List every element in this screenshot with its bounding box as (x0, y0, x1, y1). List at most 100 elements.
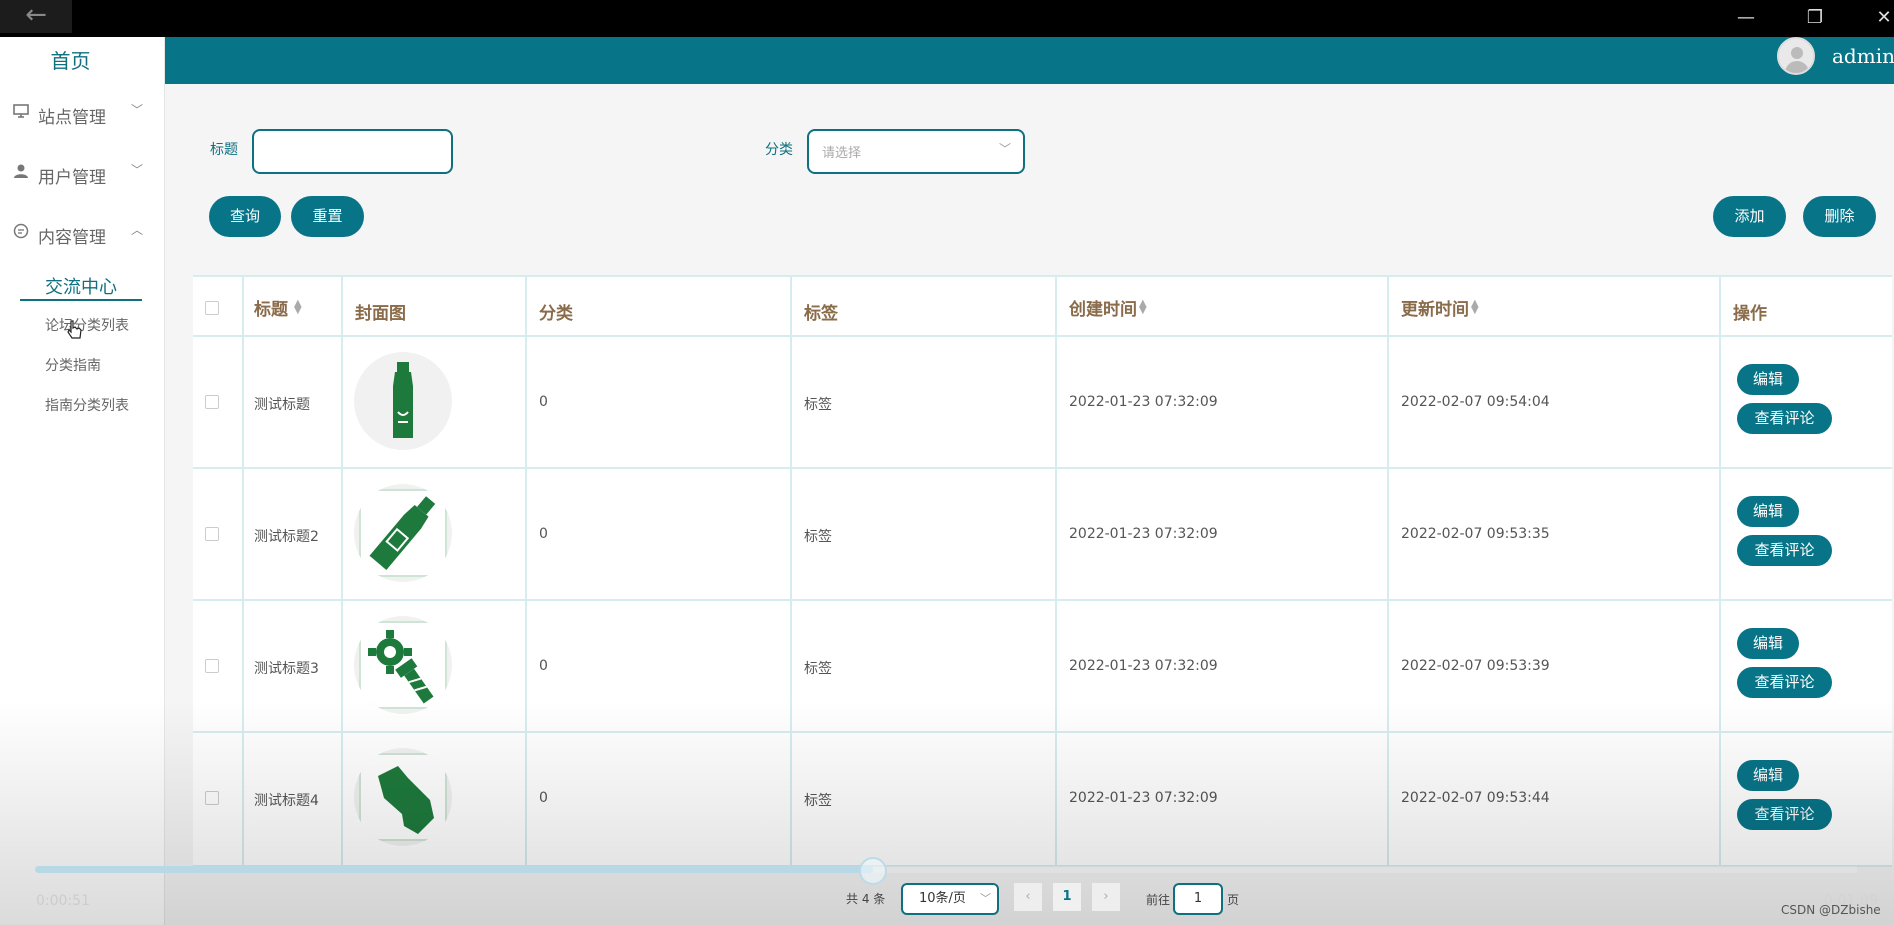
video-progress-knob[interactable] (859, 857, 887, 885)
user-icon (13, 163, 29, 183)
view-comments-button[interactable]: 查看评论 (1737, 667, 1832, 698)
page-number-1[interactable]: 1 (1053, 883, 1081, 911)
table-row: 测试标题 0 标签 2022-01-23 07:32:09 2022-02-07… (193, 337, 1892, 469)
next-page-button[interactable]: › (1092, 883, 1120, 911)
chevron-up-icon: ︿ (131, 223, 144, 237)
row-category: 0 (539, 658, 548, 674)
sidebar-item-label: 站点管理 (38, 108, 106, 128)
sort-icon[interactable]: ▲ ▼ (294, 299, 302, 316)
sort-icon[interactable]: ▲ ▼ (1139, 299, 1147, 316)
minimize-icon[interactable]: — (1726, 4, 1766, 32)
row-title: 测试标题2 (254, 529, 319, 545)
pagination-total: 共 4 条 (846, 892, 886, 906)
column-header-cover: 封面图 (355, 304, 406, 324)
row-created-time: 2022-01-23 07:32:09 (1069, 790, 1218, 806)
row-category: 0 (539, 526, 548, 542)
column-header-updated[interactable]: 更新时间 (1401, 295, 1469, 320)
sidebar-subitem-category-guide[interactable]: 分类指南 (45, 355, 101, 375)
row-tag: 标签 (804, 661, 832, 677)
row-checkbox[interactable] (205, 791, 219, 805)
reset-button[interactable]: 重置 (291, 196, 364, 237)
column-header-tag: 标签 (804, 304, 838, 324)
page-size-value: 10条/页 (919, 891, 966, 906)
row-title: 测试标题4 (254, 793, 319, 809)
edit-button[interactable]: 编辑 (1737, 628, 1799, 659)
row-title: 测试标题 (254, 397, 310, 413)
data-table: 标题 ▲ ▼ 封面图 分类 标签 创建时间 ▲ ▼ 更新时间 ▲ ▼ 操作 测试标题 … (193, 275, 1892, 867)
sidebar-item-label: 用户管理 (38, 168, 106, 188)
page-size-select[interactable]: 10条/页 ﹀ (901, 883, 999, 915)
add-button[interactable]: 添加 (1713, 196, 1786, 237)
row-updated-time: 2022-02-07 09:53:35 (1401, 526, 1550, 542)
table-header-row: 标题 ▲ ▼ 封面图 分类 标签 创建时间 ▲ ▼ 更新时间 ▲ ▼ 操作 (193, 277, 1892, 337)
video-progress-fill[interactable] (35, 866, 873, 873)
sidebar-item-content-management[interactable]: 内容管理 ︿ (0, 223, 165, 273)
column-header-created[interactable]: 创建时间 (1069, 295, 1137, 320)
row-checkbox[interactable] (205, 659, 219, 673)
sidebar-item-label: 内容管理 (38, 228, 106, 248)
chevron-down-icon: ﹀ (980, 892, 991, 905)
close-icon[interactable]: ✕ (1864, 4, 1894, 32)
view-comments-button[interactable]: 查看评论 (1737, 799, 1832, 830)
title-filter-input[interactable] (252, 129, 453, 174)
row-tag: 标签 (804, 397, 832, 413)
mouse-cursor-icon (66, 319, 84, 345)
table-row: 测试标题2 0 标签 2022-01-23 07:32:09 2022-02-0… (193, 469, 1892, 601)
row-created-time: 2022-01-23 07:32:09 (1069, 394, 1218, 410)
edit-button[interactable]: 编辑 (1737, 496, 1799, 527)
row-category: 0 (539, 790, 548, 806)
row-updated-time: 2022-02-07 09:54:04 (1401, 394, 1550, 410)
restore-icon[interactable]: ❐ (1795, 4, 1835, 32)
video-progress-track[interactable] (873, 866, 1857, 873)
sort-icon[interactable]: ▲ ▼ (1471, 299, 1479, 316)
view-comments-button[interactable]: 查看评论 (1737, 535, 1832, 566)
page-suffix-label: 页 (1227, 893, 1240, 907)
row-checkbox[interactable] (205, 527, 219, 541)
avatar[interactable] (1777, 37, 1815, 75)
row-tag: 标签 (804, 529, 832, 545)
pipe-fitting-icon (354, 748, 452, 846)
row-title: 测试标题3 (254, 661, 319, 677)
sidebar-item-site-management[interactable]: 站点管理 ﹀ (0, 103, 165, 153)
column-header-actions: 操作 (1733, 304, 1767, 324)
row-updated-time: 2022-02-07 09:53:44 (1401, 790, 1550, 806)
edit-button[interactable]: 编辑 (1737, 760, 1799, 791)
row-checkbox[interactable] (205, 395, 219, 409)
row-category: 0 (539, 394, 548, 410)
top-header-bar (165, 37, 1894, 84)
sidebar: 首页 站点管理 ﹀ 用户管理 ﹀ 内容管理 ︿ 交流中心 论坛分类列表 分类指南… (0, 37, 165, 925)
chevron-down-icon: ﹀ (131, 163, 144, 177)
monitor-icon (13, 103, 29, 123)
row-created-time: 2022-01-23 07:32:09 (1069, 526, 1218, 542)
view-comments-button[interactable]: 查看评论 (1737, 403, 1832, 434)
tilted-bottle-icon (354, 484, 452, 582)
edit-button[interactable]: 编辑 (1737, 364, 1799, 395)
goto-page-input[interactable]: 1 (1173, 883, 1223, 915)
sidebar-subitem-forum-category-list[interactable]: 论坛分类列表 (45, 315, 129, 335)
username-label[interactable]: admin (1832, 44, 1894, 68)
category-select[interactable]: 请选择 ﹀ (807, 129, 1025, 174)
goto-label: 前往 (1146, 893, 1171, 907)
sidebar-subitem-guide-category-list[interactable]: 指南分类列表 (45, 395, 129, 415)
sidebar-item-exchange-center[interactable]: 交流中心 (20, 273, 142, 301)
window-titlebar: ← — ❐ ✕ (0, 0, 1894, 37)
chevron-down-icon: ﹀ (998, 142, 1011, 156)
delete-button[interactable]: 删除 (1803, 196, 1876, 237)
chevron-down-icon: ﹀ (131, 103, 144, 117)
sidebar-home[interactable]: 首页 (0, 45, 141, 74)
prev-page-button[interactable]: ‹ (1014, 883, 1042, 911)
sidebar-item-user-management[interactable]: 用户管理 ﹀ (0, 163, 165, 213)
video-elapsed-time: 0:00:51 (36, 893, 90, 909)
query-button[interactable]: 查询 (209, 196, 281, 237)
column-header-category: 分类 (539, 304, 573, 324)
back-arrow-icon[interactable]: ← (0, 0, 72, 33)
chat-icon (13, 223, 29, 243)
select-all-checkbox[interactable] (205, 301, 219, 315)
column-header-title[interactable]: 标题 (254, 295, 288, 320)
bottle-icon (354, 352, 452, 450)
category-filter-label: 分类 (765, 142, 793, 158)
watermark: CSDN @DZbishe (1781, 903, 1881, 917)
title-filter-label: 标题 (210, 142, 238, 158)
table-row: 测试标题3 0 标签 2022-01-23 07:32:09 2022-02-0… (193, 601, 1892, 733)
table-row: 测试标题4 0 标签 2022-01-23 07:32:09 2022-02-0… (193, 733, 1892, 867)
